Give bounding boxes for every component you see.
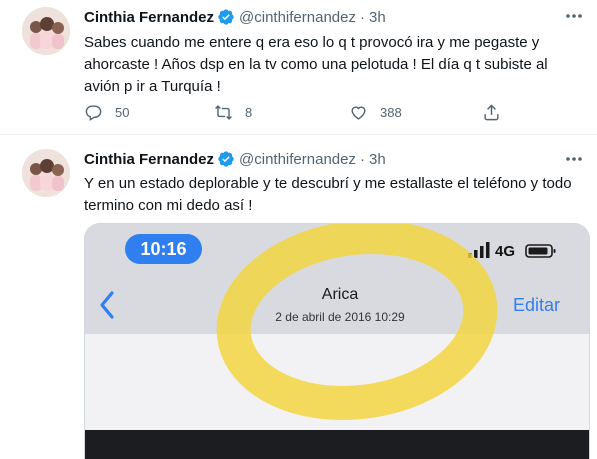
status-time-pill: 10:16: [125, 234, 202, 264]
message-date: 2 de abril de 2016 10:29: [275, 310, 405, 324]
signal-icon: [468, 242, 490, 258]
separator-dot: ·: [359, 150, 365, 168]
like-button[interactable]: 388: [349, 103, 402, 122]
retweet-button[interactable]: 8: [214, 103, 252, 122]
edit-label: Editar: [513, 295, 561, 315]
retweet-count: 8: [245, 104, 253, 120]
author-name[interactable]: Cinthia Fernandez: [84, 9, 214, 26]
battery-icon: [525, 244, 556, 258]
author-handle[interactable]: @cinthifernandez: [239, 151, 356, 168]
share-button[interactable]: [482, 103, 501, 122]
share-icon: [484, 103, 499, 120]
tweet-text: Y en un estado deplorable y te descubrí …: [84, 175, 572, 214]
back-chevron-icon: [100, 291, 114, 319]
like-count: 388: [380, 104, 402, 120]
network-label: 4G: [495, 243, 516, 260]
reply-count: 50: [115, 104, 130, 120]
tweet-text: Sabes cuando me entere q era eso lo q t …: [84, 34, 548, 95]
phone-content-area: [85, 334, 589, 430]
verified-badge-icon: [218, 151, 234, 167]
avatar[interactable]: [22, 149, 70, 197]
tweet-timestamp[interactable]: 3h: [369, 151, 386, 168]
phone-dark-area: [85, 430, 589, 459]
tweet-media-image[interactable]: 10:16 4G Arica 2 de abril de 2016 10:29 …: [84, 223, 590, 459]
tweet-header: Cinthia Fernandez @cinthifernandez · 3h: [84, 149, 386, 169]
retweet-icon: [215, 104, 232, 120]
reply-button[interactable]: 50: [84, 103, 129, 122]
author-handle[interactable]: @cinthifernandez: [239, 9, 356, 26]
more-icon[interactable]: [563, 6, 585, 26]
tweet[interactable]: Cinthia Fernandez @cinthifernandez · 3h …: [0, 0, 597, 135]
tweet-header: Cinthia Fernandez @cinthifernandez · 3h: [84, 7, 386, 27]
separator-dot: ·: [359, 8, 365, 26]
more-icon[interactable]: [563, 149, 585, 169]
verified-badge-icon: [218, 9, 234, 25]
reply-icon: [85, 104, 102, 121]
avatar[interactable]: [22, 7, 70, 55]
author-name[interactable]: Cinthia Fernandez: [84, 151, 214, 168]
contact-name: Arica: [321, 286, 359, 303]
tweet-timestamp[interactable]: 3h: [369, 9, 386, 26]
like-icon: [351, 106, 366, 120]
